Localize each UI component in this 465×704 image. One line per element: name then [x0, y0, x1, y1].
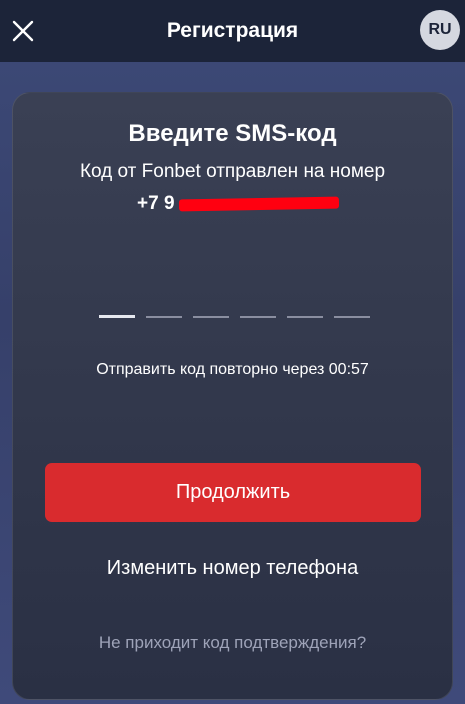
code-digit-slot[interactable]	[240, 316, 276, 318]
code-digit-slot[interactable]	[193, 316, 229, 318]
resend-timer-text: Отправить код повторно через 00:57	[96, 361, 369, 378]
phone-number: +7 9	[137, 191, 339, 217]
code-digit-slot[interactable]	[334, 316, 370, 318]
sms-code-card: Введите SMS-код Код от Fonbet отправлен …	[12, 92, 453, 700]
top-bar: Регистрация RU	[0, 0, 465, 62]
phone-redaction	[178, 196, 339, 212]
phone-number-visible: +7 9	[137, 193, 175, 214]
no-code-help-link[interactable]: Не приходит код подтверждения?	[13, 632, 452, 654]
page-title: Регистрация	[166, 19, 299, 42]
card-subtitle: Код от Fonbet отправлен на номер	[79, 161, 386, 182]
code-digit-slot[interactable]	[146, 316, 182, 318]
continue-button[interactable]: Продолжить	[45, 463, 421, 522]
code-digit-slot[interactable]	[99, 315, 135, 318]
code-digit-slot[interactable]	[287, 316, 323, 318]
card-title: Введите SMS-код	[128, 120, 337, 147]
change-phone-link[interactable]: Изменить номер телефона	[13, 555, 452, 581]
sms-code-input[interactable]	[99, 315, 370, 319]
language-button[interactable]: RU	[420, 10, 460, 50]
